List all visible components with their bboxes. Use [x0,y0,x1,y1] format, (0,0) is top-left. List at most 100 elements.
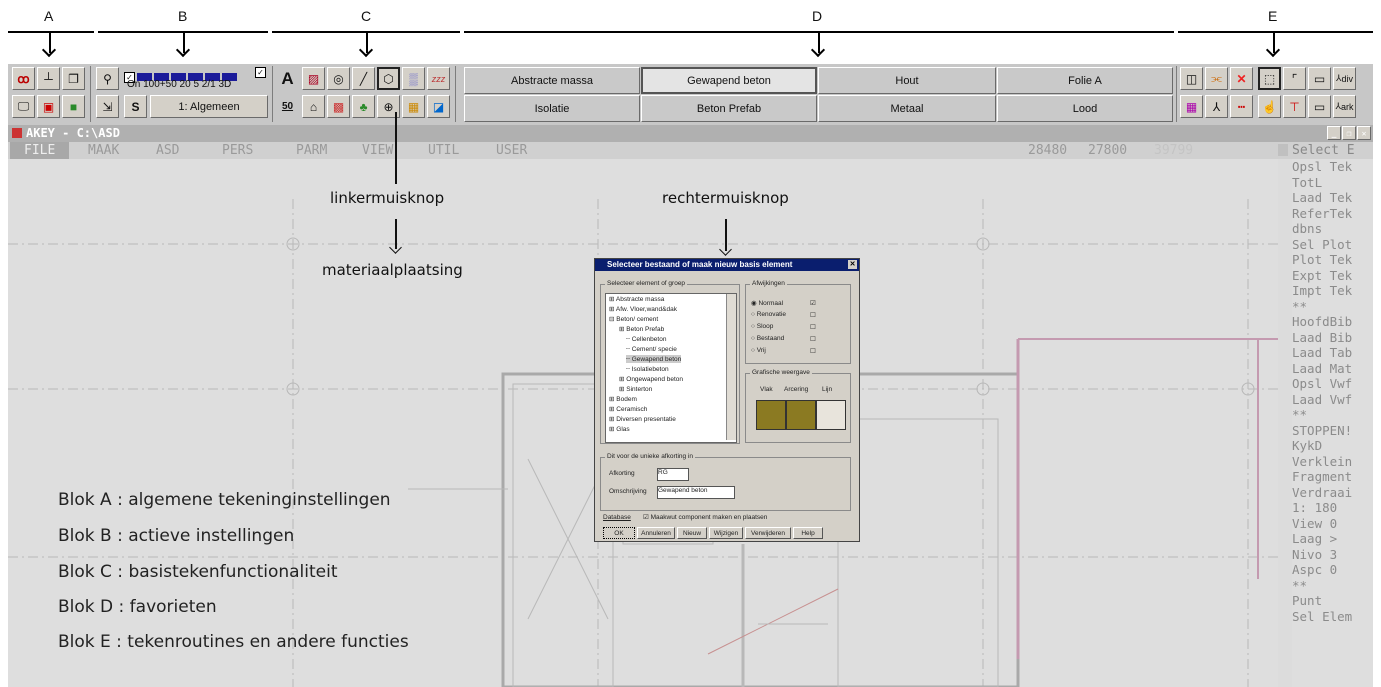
right-menu-item[interactable]: ** [1292,299,1373,315]
right-menu-item[interactable]: Expt Tek [1292,268,1373,284]
lijn-swatch[interactable] [816,400,846,430]
pattern-grid-icon[interactable]: ▦ [1180,95,1203,118]
right-menu-item[interactable]: Nivo 3 [1292,547,1373,563]
element-tree[interactable]: ⊞ Abstracte massa ⊞ Afw. Vloer,wand&dak … [605,293,737,443]
frame-icon[interactable]: ⌜ [1283,67,1306,90]
checkbox-normaal[interactable]: ☑ [810,299,816,307]
right-menu-item[interactable]: dbns [1292,221,1373,237]
grid-color-icon[interactable]: ▦ [402,95,425,118]
delete-button[interactable]: Verwijderen [745,527,791,539]
tree-item[interactable]: ⊟ Beton/ cement [609,315,658,323]
checkbox-vrij[interactable]: ☐ [810,347,816,355]
tree-item[interactable]: ⊞ Ceramisch [609,405,647,413]
checkbox-renovatie[interactable]: ☐ [810,311,816,319]
line-icon[interactable]: ╱ [352,67,375,90]
tree-item[interactable]: ┄ Cellenbeton [626,335,666,343]
s-button[interactable]: S [124,95,147,118]
text-tool-button[interactable]: A [276,67,299,90]
right-menu-item[interactable]: Punt [1292,593,1373,609]
right-menu-item[interactable]: 1: 180 [1292,500,1373,516]
network-icon[interactable]: ┴ [37,67,60,90]
pattern-icon[interactable]: ▒ [402,67,425,90]
snap-icon[interactable]: ⚲ [96,67,119,90]
right-menu-item[interactable]: Aspc 0 [1292,562,1373,578]
right-menu-item[interactable]: View 0 [1292,516,1373,532]
crosshair-icon[interactable]: ⊕ [377,95,400,118]
swap-icon[interactable]: ◪ [427,95,450,118]
tree-item[interactable]: ⊞ Sinterton [619,385,652,393]
fill-icon[interactable]: ▩ [327,95,350,118]
right-menu-item[interactable]: Plot Tek [1292,252,1373,268]
select-box[interactable] [1278,144,1288,156]
fav-metaal[interactable]: Metaal [818,95,996,122]
cube-icon[interactable]: ■ [62,95,85,118]
right-menu-item[interactable]: ** [1292,407,1373,423]
tree-item[interactable]: ⊞ Beton Prefab [619,325,664,333]
arcering-swatch[interactable] [786,400,816,430]
dimension-tool-button[interactable]: 50 [276,95,299,118]
house-icon[interactable]: ⌂ [302,95,325,118]
zzz-button[interactable]: zzz [427,67,450,90]
fav-folie-a[interactable]: Folie A [997,67,1173,94]
figure-icon[interactable]: ⅄ [1205,95,1228,118]
right-menu-item[interactable]: Laad Bib [1292,330,1373,346]
select-label[interactable]: Select E [1292,142,1355,159]
right-menu-item[interactable]: Laad Mat [1292,361,1373,377]
radio-normaal[interactable]: ◉ Normaal [751,299,783,307]
right-menu-item[interactable]: TotL [1292,175,1373,191]
div-button[interactable]: ⅄ div [1333,67,1356,90]
monitor-icon[interactable]: 🖵 [12,95,35,118]
right-menu-item[interactable]: ReferTek [1292,206,1373,222]
hand-icon[interactable]: ☝ [1258,95,1281,118]
fav-gewapend-beton[interactable]: Gewapend beton [641,67,817,94]
move-icon[interactable]: ⇲ [96,95,119,118]
close-icon[interactable]: ✕ [1357,126,1371,140]
right-menu-item[interactable]: STOPPEN! [1292,423,1373,439]
right-menu-item[interactable]: Sel Plot [1292,237,1373,253]
right-menu-item[interactable]: Opsl Tek [1292,159,1373,175]
delete-icon[interactable]: ✕ [1230,67,1253,90]
tree-item-selected[interactable]: ┄ Gewapend beton [626,355,682,363]
binoculars-icon[interactable]: ꝏ [12,67,35,90]
object-icon[interactable]: ▭ [1308,95,1331,118]
window-split-icon[interactable]: ◫ [1180,67,1203,90]
presentation-icon[interactable]: ▣ [37,95,60,118]
fav-lood[interactable]: Lood [997,95,1173,122]
desc-input[interactable]: Gewapend beton [657,486,735,499]
target-icon[interactable]: ◎ [327,67,350,90]
component-icon[interactable]: ▭ [1308,67,1331,90]
dashes-icon[interactable]: ┅ [1230,95,1253,118]
right-menu-item[interactable]: Fragment [1292,469,1373,485]
3d-checkbox[interactable]: ✓ [255,67,266,78]
fav-abstracte-massa[interactable]: Abstracte massa [464,67,640,94]
tree-item[interactable]: ⊞ Afw. Vloer,wand&dak [609,305,677,313]
menu-file[interactable]: FILE [10,142,70,159]
fav-beton-prefab[interactable]: Beton Prefab [641,95,817,122]
menu-maak[interactable]: MAAK [88,142,119,159]
tree-item[interactable]: ⊞ Abstracte massa [609,295,664,303]
hatch-icon[interactable]: ▨ [302,67,325,90]
component-checkbox[interactable]: ☑ Maakwut component maken en plaatsen [643,513,767,521]
menu-user[interactable]: USER [496,142,527,159]
join-icon[interactable]: ⫘ [1205,67,1228,90]
checkbox-bestaand[interactable]: ☐ [810,335,816,343]
layer-select[interactable]: 1: Algemeen [150,95,268,118]
right-menu-item[interactable]: Laad Vwf [1292,392,1373,408]
active-settings-panel[interactable]: ✓ ✓ On 100+50 20 5 2/1 3D [124,67,269,91]
polygon-icon[interactable]: ⬡ [377,67,400,90]
edit-button[interactable]: Wijzigen [709,527,743,539]
tree-scrollbar[interactable] [726,294,736,440]
right-menu-item[interactable]: HoofdBib [1292,314,1373,330]
right-menu-item[interactable]: ** [1292,578,1373,594]
menu-util[interactable]: UTIL [428,142,459,159]
right-menu-item[interactable]: Impt Tek [1292,283,1373,299]
radio-sloop[interactable]: ○ Sloop [751,323,773,330]
tree-item[interactable]: ⊞ Diversen presentatie [609,415,676,423]
right-menu-item[interactable]: Laag > [1292,531,1373,547]
database-label[interactable]: Database [603,514,631,521]
fav-isolatie[interactable]: Isolatie [464,95,640,122]
tree-item[interactable]: ⊞ Glas [609,425,630,433]
tree-item[interactable]: ┄ Isolatiebeton [626,365,669,373]
tree-item[interactable]: ⊞ Bodem [609,395,637,403]
checkbox-sloop[interactable]: ☐ [810,323,816,331]
